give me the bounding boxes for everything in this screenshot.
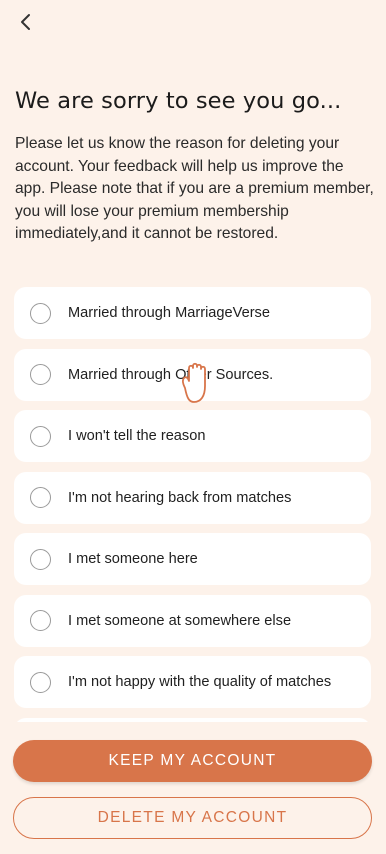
reason-option-label: I won't tell the reason xyxy=(68,428,206,444)
reason-option-label: I met someone here xyxy=(68,551,198,567)
reason-option[interactable]: I'm not hearing back from matches xyxy=(14,471,371,524)
radio-button[interactable] xyxy=(30,610,51,631)
keep-account-button[interactable]: KEEP MY ACCOUNT xyxy=(13,740,372,782)
reason-option[interactable]: I'm not happy with the quality of matche… xyxy=(14,656,371,708)
page-description: Please let us know the reason for deleti… xyxy=(15,135,374,242)
reason-option-label: Married through MarriageVerse xyxy=(68,305,270,321)
reason-option[interactable]: I won't tell the reason xyxy=(14,410,371,462)
back-button[interactable] xyxy=(12,8,40,36)
reason-option[interactable]: I met someone at somewhere else xyxy=(14,594,371,647)
reason-option[interactable]: Married through MarriageVerse xyxy=(14,287,371,339)
chevron-left-icon xyxy=(21,14,30,30)
radio-button[interactable] xyxy=(30,548,51,570)
reason-option[interactable]: I met someone here xyxy=(14,533,371,585)
reason-option-label: I'm not hearing back from matches xyxy=(68,489,292,506)
reason-options-list[interactable]: Married through MarriageVerse Married th… xyxy=(14,287,371,739)
reason-option-label: I'm not happy with the quality of matche… xyxy=(68,674,332,690)
reason-option-label: Married through Other Sources. xyxy=(68,366,274,383)
radio-button[interactable] xyxy=(30,302,51,324)
delete-account-button[interactable]: DELETE MY ACCOUNT xyxy=(13,797,372,839)
radio-button[interactable] xyxy=(30,487,51,508)
reason-option-label: I met someone at somewhere else xyxy=(68,612,292,629)
hand-cursor-icon xyxy=(182,362,206,403)
radio-button[interactable] xyxy=(30,671,51,693)
radio-button[interactable] xyxy=(30,425,51,447)
radio-button[interactable] xyxy=(30,364,51,385)
page-title: We are sorry to see you go... xyxy=(15,88,342,114)
